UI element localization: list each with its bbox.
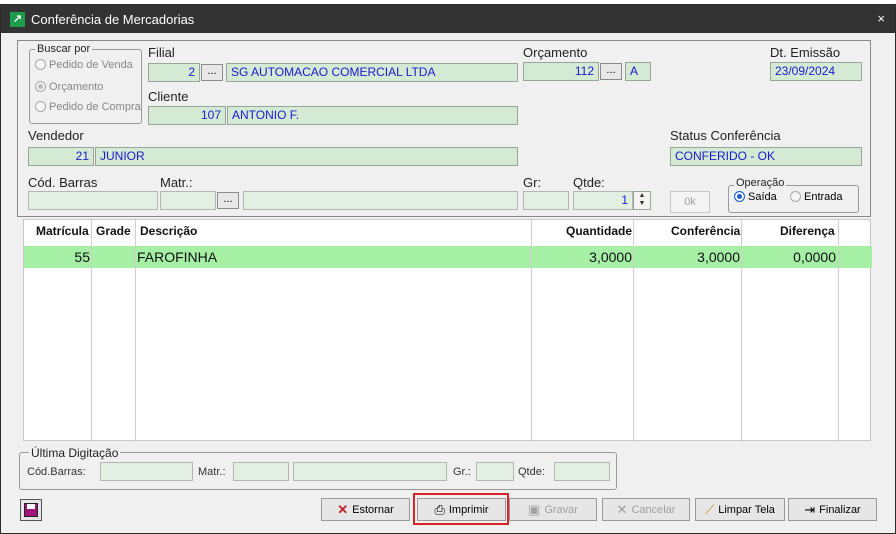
col-header-quantidade[interactable]: Quantidade [566, 220, 632, 242]
ultima-cod-label: Cód.Barras: [27, 466, 86, 478]
window-title: Conferência de Mercadorias [31, 12, 195, 27]
cod-barras-input[interactable] [28, 191, 158, 210]
gr-input[interactable] [523, 191, 569, 210]
col-divider [91, 220, 92, 442]
col-header-matricula[interactable]: Matrícula [36, 220, 89, 242]
cancelar-button[interactable]: ✕ Cancelar [602, 498, 690, 521]
radio-saida[interactable]: Saída [734, 191, 777, 203]
emissao-field: 23/09/2024 [770, 62, 862, 81]
vendedor-name-field: JUNIOR [95, 147, 518, 166]
ultima-matr-field [233, 462, 289, 481]
cliente-label: Cliente [148, 89, 189, 104]
window: ↗ Conferência de Mercadorias × Buscar po… [0, 4, 896, 534]
ok-button[interactable]: 0k [670, 191, 710, 213]
printer-icon: ⎙ [434, 502, 445, 517]
vendedor-label: Vendedor [28, 128, 84, 143]
cod-barras-label: Cód. Barras [28, 175, 98, 190]
x-icon: ✕ [337, 502, 349, 517]
filial-lookup-button[interactable]: ... [201, 64, 223, 81]
filial-name-field: SG AUTOMACAO COMERCIAL LTDA [226, 63, 518, 82]
cell-descricao: FAROFINHA [137, 249, 218, 265]
qtde-input[interactable]: 1 [573, 191, 633, 210]
orcamento-lookup-button[interactable]: ... [600, 63, 622, 80]
status-field: CONFERIDO - OK [670, 147, 862, 166]
save-disk-icon[interactable] [20, 499, 42, 521]
x-icon: ✕ [616, 502, 628, 517]
qtde-spinner[interactable]: ▲ ▼ [633, 191, 651, 210]
ultima-desc-field [293, 462, 447, 481]
ultima-cod-field [100, 462, 193, 481]
search-by-legend: Buscar por [35, 43, 93, 55]
title-bar: ↗ Conferência de Mercadorias × [1, 5, 895, 33]
save-icon: ▣ [528, 502, 541, 517]
ultima-qtde-field [554, 462, 610, 481]
filial-code-field[interactable]: 2 [148, 63, 200, 82]
qtde-label: Qtde: [573, 175, 605, 190]
cell-grade [94, 246, 134, 268]
radio-pedido-compra[interactable]: Pedido de Compra [35, 101, 141, 113]
vendedor-code-field[interactable]: 21 [28, 147, 94, 166]
cell-conferencia: 3,0000 [697, 249, 740, 265]
ultima-gr-field [476, 462, 514, 481]
ultima-gr-label: Gr.: [453, 466, 471, 478]
emissao-label: Dt. Emissão [770, 45, 841, 60]
matr-label: Matr.: [160, 175, 193, 190]
finalizar-button[interactable]: ⇥ Finalizar [788, 498, 877, 521]
cell-matricula: 55 [74, 249, 90, 265]
cell-diferenca: 0,0000 [793, 249, 836, 265]
col-divider [633, 220, 634, 442]
gr-label: Gr: [523, 175, 542, 190]
cell-quantidade: 3,0000 [589, 249, 632, 265]
exit-icon: ⇥ [804, 502, 816, 517]
items-grid[interactable]: Matrícula Grade Descrição Quantidade Con… [23, 219, 872, 442]
radio-orcamento[interactable]: Orçamento [35, 81, 103, 93]
app-icon: ↗ [10, 12, 25, 27]
cliente-name-field: ANTONIO F. [227, 106, 518, 125]
radio-pedido-venda[interactable]: Pedido de Venda [35, 59, 133, 71]
col-divider [838, 220, 839, 442]
cliente-code-field[interactable]: 107 [148, 106, 226, 125]
limpar-tela-button[interactable]: ⟋ Limpar Tela [695, 498, 785, 521]
matr-description-field [243, 191, 518, 210]
ultima-matr-label: Matr.: [198, 466, 226, 478]
orcamento-label: Orçamento [523, 45, 588, 60]
matr-input[interactable] [160, 191, 216, 210]
broom-icon: ⟋ [705, 502, 715, 517]
col-divider [741, 220, 742, 442]
filial-label: Filial [148, 45, 175, 60]
col-divider [531, 220, 532, 442]
ultima-digitacao-legend: Última Digitação [29, 446, 121, 460]
col-header-diferenca[interactable]: Diferença [780, 220, 835, 242]
col-header-conferencia[interactable]: Conferência [671, 220, 740, 242]
orcamento-letter-field[interactable]: A [625, 62, 651, 81]
imprimir-button[interactable]: ⎙ Imprimir [417, 498, 506, 521]
gravar-button[interactable]: ▣ Gravar [509, 498, 597, 521]
col-header-grade[interactable]: Grade [96, 220, 131, 242]
col-header-descricao[interactable]: Descrição [140, 220, 197, 242]
table-row[interactable]: 55 FAROFINHA 3,0000 3,0000 0,0000 [24, 246, 872, 268]
matr-lookup-button[interactable]: ... [217, 192, 239, 209]
col-divider [135, 220, 136, 442]
ultima-qtde-label: Qtde: [518, 466, 545, 478]
operacao-legend: Operação [734, 177, 787, 189]
status-label: Status Conferência [670, 128, 781, 143]
radio-entrada[interactable]: Entrada [790, 191, 843, 203]
orcamento-number-field[interactable]: 112 [523, 62, 599, 81]
estornar-button[interactable]: ✕ Estornar [321, 498, 410, 521]
close-icon[interactable]: × [877, 11, 885, 26]
